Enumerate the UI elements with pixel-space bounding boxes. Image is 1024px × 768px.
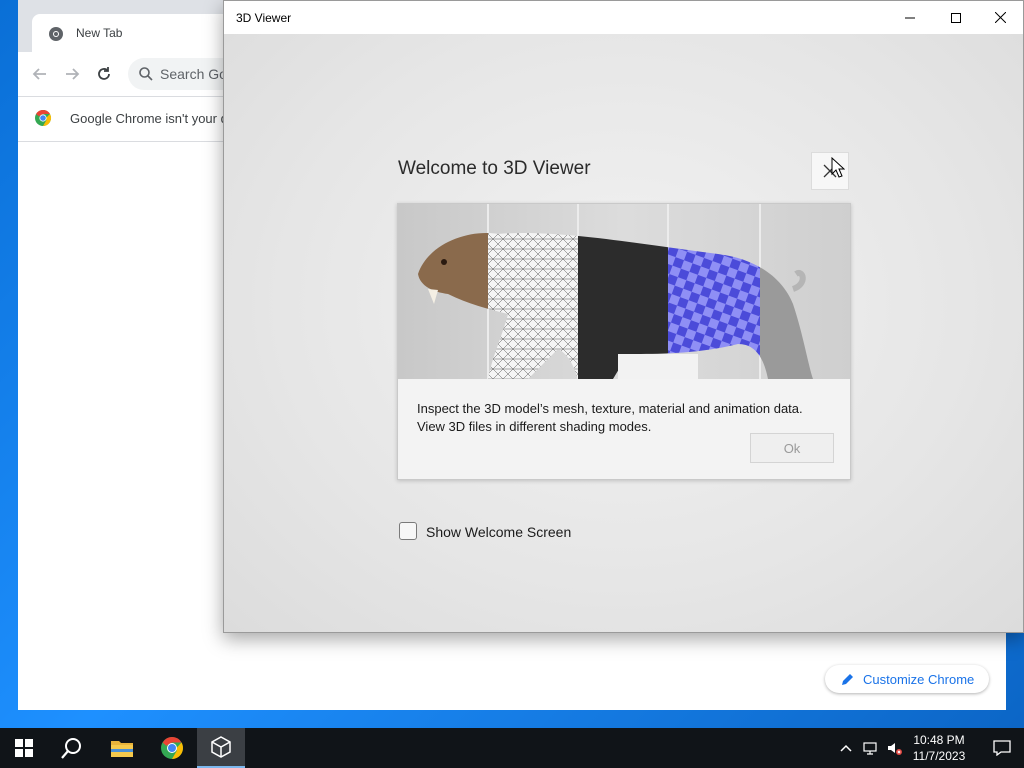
viewer-content: Welcome to 3D Viewer Inspect the 3D mode…	[224, 34, 1023, 632]
3d-viewer-taskbar-button[interactable]	[197, 728, 245, 768]
start-button[interactable]	[0, 728, 48, 768]
welcome-title: Welcome to 3D Viewer	[398, 158, 591, 179]
minimize-button[interactable]	[887, 1, 933, 34]
window-close-button[interactable]	[977, 1, 1023, 34]
chrome-color-logo-icon	[35, 110, 52, 126]
show-welcome-checkbox[interactable]	[399, 522, 417, 540]
forward-button[interactable]	[60, 62, 84, 86]
search-icon	[61, 738, 81, 759]
search-icon	[139, 67, 153, 81]
chrome-logo-icon	[49, 27, 63, 41]
network-icon[interactable]	[862, 740, 878, 756]
close-icon	[994, 12, 1006, 23]
ok-button[interactable]: Ok	[750, 433, 834, 463]
maximize-icon	[951, 12, 961, 23]
system-clock[interactable]: 10:48 PM 11/7/2023	[906, 732, 972, 764]
chrome-taskbar-button[interactable]	[148, 728, 196, 768]
welcome-description-line-1: Inspect the 3D model’s mesh, texture, ma…	[417, 401, 803, 416]
taskbar: 10:48 PM 11/7/2023	[0, 728, 1024, 768]
clock-date: 11/7/2023	[912, 749, 966, 763]
back-button[interactable]	[28, 62, 52, 86]
reload-icon	[98, 67, 110, 80]
volume-muted-icon[interactable]	[886, 740, 902, 756]
pencil-icon	[842, 674, 853, 685]
minimize-icon	[905, 17, 915, 18]
notification-center-button[interactable]	[982, 728, 1022, 768]
chrome-tab-title: New Tab	[76, 26, 123, 40]
clock-time: 10:48 PM	[913, 733, 965, 747]
welcome-description: Inspect the 3D model’s mesh, texture, ma…	[417, 400, 837, 436]
forward-arrow-icon	[66, 68, 80, 80]
sabertooth-model-illustration	[398, 204, 850, 379]
maximize-button[interactable]	[933, 1, 979, 34]
notification-icon	[993, 740, 1011, 756]
mouse-pointer-icon	[831, 157, 845, 178]
viewer-window-title: 3D Viewer	[236, 11, 292, 25]
customize-chrome-label: Customize Chrome	[863, 671, 975, 687]
folder-icon	[111, 741, 133, 757]
taskbar-search-button[interactable]	[48, 728, 96, 768]
windows-logo-icon	[15, 739, 33, 757]
3d-viewer-window: 3D Viewer Welcome to 3D Viewer Inspect t…	[223, 0, 1024, 633]
file-explorer-button[interactable]	[98, 728, 146, 768]
reload-button[interactable]	[92, 62, 116, 86]
customize-chrome-button[interactable]: Customize Chrome	[825, 665, 989, 693]
chevron-up-icon[interactable]	[838, 740, 854, 756]
chrome-color-logo-icon	[161, 737, 183, 759]
back-arrow-icon	[32, 68, 46, 80]
show-welcome-label[interactable]: Show Welcome Screen	[426, 524, 571, 540]
welcome-card: Inspect the 3D model’s mesh, texture, ma…	[397, 203, 851, 480]
cube-icon	[211, 736, 231, 758]
viewer-titlebar[interactable]: 3D Viewer	[224, 1, 1023, 34]
